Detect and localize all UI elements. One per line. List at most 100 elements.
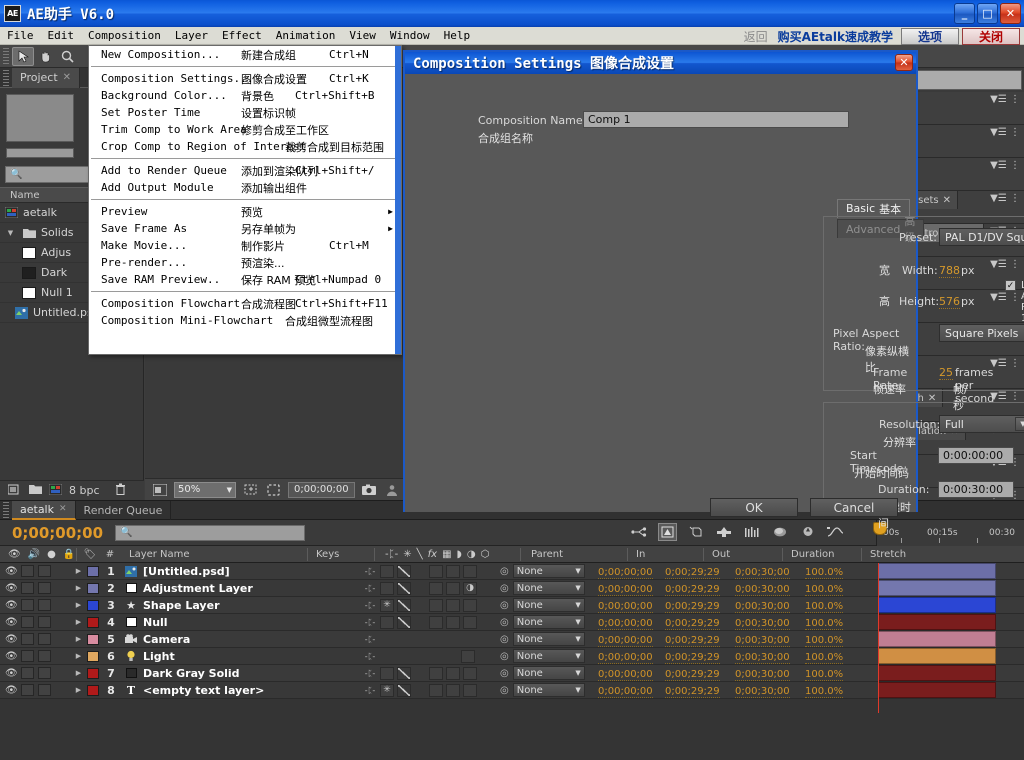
- disclosure-triangle-icon[interactable]: ▶: [72, 635, 85, 643]
- layer-duration-bar[interactable]: [878, 614, 996, 630]
- ok-button[interactable]: OK: [710, 498, 798, 517]
- layer-duration-bar[interactable]: [878, 665, 996, 681]
- panel-menu-icon[interactable]: ▼☰ ⋮: [990, 94, 1020, 105]
- panel-menu-icon[interactable]: ▼☰ ⋮: [990, 127, 1020, 138]
- out-cell[interactable]: 0;00;29;29: [661, 599, 731, 612]
- collapse-transform-toggle[interactable]: [380, 582, 394, 595]
- effects-toggle[interactable]: [429, 684, 443, 697]
- options-button[interactable]: 选项: [901, 28, 959, 45]
- hand-tool-icon[interactable]: [34, 47, 56, 66]
- effects-toggle[interactable]: [429, 582, 443, 595]
- video-eye-icon[interactable]: 👁: [5, 566, 17, 577]
- in-cell[interactable]: 0;00;00;00: [594, 565, 661, 578]
- frame-rate-value[interactable]: 25: [939, 366, 953, 380]
- start-timecode-input[interactable]: 0:00:00:00: [938, 447, 1014, 464]
- width-value[interactable]: 788: [939, 264, 960, 278]
- parent-select[interactable]: None▼: [513, 615, 585, 629]
- comp-name-input[interactable]: Comp 1: [583, 111, 849, 128]
- table-row[interactable]: 👁▶6Light-ᛈ-◎None▼0;00;00;000;00;29;290;0…: [0, 648, 1024, 665]
- menu-help[interactable]: Help: [437, 28, 478, 43]
- menu-item-save-ram-preview[interactable]: Save RAM Preview..保存 RAM 预览Ctrl+Numpad 0: [89, 271, 401, 288]
- tab-close-icon[interactable]: ✕: [943, 195, 951, 206]
- stretch-cell[interactable]: 100.0%: [801, 616, 875, 629]
- effects-toggle[interactable]: [429, 599, 443, 612]
- frame-blend-toggle[interactable]: [446, 599, 460, 612]
- menu-item-pre-render[interactable]: Pre-render...预渲染...: [89, 254, 401, 271]
- table-row[interactable]: 👁▶3★Shape Layer-ᛈ-✳◎None▼0;00;00;000;00;…: [0, 597, 1024, 614]
- new-folder-icon[interactable]: [29, 484, 42, 497]
- out-cell[interactable]: 0;00;29;29: [661, 684, 731, 697]
- viewer-timecode[interactable]: 0;00;00;00: [288, 482, 355, 498]
- resolution-select[interactable]: Full ▼: [939, 415, 1024, 433]
- shy-icon[interactable]: -ᛈ-: [363, 565, 377, 578]
- in-cell[interactable]: 0;00;00;00: [594, 599, 661, 612]
- current-time-display[interactable]: 0;00;00;00: [0, 524, 103, 542]
- video-eye-icon[interactable]: 👁: [5, 685, 17, 696]
- menu-item-composition-mini-flowchart[interactable]: Composition Mini-Flowchart合成组微型流程图: [89, 312, 401, 329]
- audio-toggle[interactable]: [21, 650, 34, 662]
- label-color-swatch[interactable]: [85, 583, 101, 594]
- lock-aspect-ratio-checkbox[interactable]: ✓: [1005, 280, 1016, 291]
- table-row[interactable]: 👁▶1[Untitled.psd]-ᛈ-◎None▼0;00;00;000;00…: [0, 563, 1024, 580]
- bit-depth-label[interactable]: 8 bpc: [69, 484, 100, 497]
- video-eye-icon[interactable]: 👁: [5, 668, 17, 679]
- in-cell[interactable]: 0;00;00;00: [594, 684, 661, 697]
- collapse-transform-toggle[interactable]: [380, 565, 394, 578]
- stretch-cell[interactable]: 100.0%: [801, 650, 875, 663]
- header-stretch[interactable]: Stretch: [866, 549, 940, 560]
- parent-select[interactable]: None▼: [513, 598, 585, 612]
- back-link[interactable]: 返回: [744, 28, 768, 45]
- parent-pickwhip-icon[interactable]: ◎: [500, 651, 509, 662]
- shy-icon[interactable]: -ᛈ-: [363, 667, 377, 680]
- audio-toggle[interactable]: [21, 684, 34, 696]
- stretch-cell[interactable]: 100.0%: [801, 667, 875, 680]
- solo-toggle[interactable]: [38, 582, 51, 594]
- audio-toggle[interactable]: [21, 667, 34, 679]
- tab-basic[interactable]: Basic 基本: [837, 199, 910, 218]
- shy-icon[interactable]: -ᛈ-: [363, 684, 377, 697]
- menu-edit[interactable]: Edit: [41, 28, 82, 43]
- resolution-icon[interactable]: [242, 482, 259, 498]
- menu-item-background-color[interactable]: Background Color...背景色Ctrl+Shift+B: [89, 87, 401, 104]
- menu-item-add-output-module[interactable]: Add Output Module添加输出组件: [89, 179, 401, 196]
- solo-toggle[interactable]: [38, 667, 51, 679]
- menu-item-set-poster-time[interactable]: Set Poster Time设置标识帧: [89, 104, 401, 121]
- effects-toggle[interactable]: [429, 616, 443, 629]
- header-out[interactable]: Out: [708, 549, 778, 560]
- out-cell[interactable]: 0;00;29;29: [661, 667, 731, 680]
- brainstorm-icon[interactable]: [770, 523, 789, 541]
- chevron-down-icon[interactable]: ▼: [1015, 417, 1024, 431]
- composition-mini-flowchart-icon[interactable]: [630, 523, 649, 541]
- menu-item-composition-flowchart[interactable]: Composition Flowchart合成流程图Ctrl+Shift+F11: [89, 295, 401, 312]
- layer-duration-bar[interactable]: [878, 682, 996, 698]
- audio-toggle[interactable]: [21, 616, 34, 628]
- panel-grip[interactable]: [3, 48, 9, 64]
- timeline-search-input[interactable]: 🔍: [115, 525, 305, 541]
- zoom-tool-icon[interactable]: [56, 47, 78, 66]
- shy-icon[interactable]: -ᛈ-: [363, 582, 377, 595]
- layer-duration-bar[interactable]: [878, 580, 996, 596]
- audio-toggle[interactable]: [21, 582, 34, 594]
- solo-toggle[interactable]: [38, 616, 51, 628]
- menu-animation[interactable]: Animation: [269, 28, 343, 43]
- delete-icon[interactable]: [115, 483, 126, 498]
- out-cell[interactable]: 0;00;29;29: [661, 650, 731, 663]
- menu-file[interactable]: File: [0, 28, 41, 43]
- out-cell[interactable]: 0;00;29;29: [661, 582, 731, 595]
- motion-blur-toggle[interactable]: [463, 667, 477, 680]
- parent-select[interactable]: None▼: [513, 666, 585, 680]
- menu-view[interactable]: View: [342, 28, 383, 43]
- menu-scrollbar[interactable]: [395, 46, 401, 354]
- minimize-button[interactable]: _: [954, 3, 975, 24]
- table-row[interactable]: 👁▶4Null-ᛈ-◎None▼0;00;00;000;00;29;290;00…: [0, 614, 1024, 631]
- table-row[interactable]: 👁▶2Adjustment Layer-ᛈ-◑◎None▼0;00;00;000…: [0, 580, 1024, 597]
- disclosure-triangle-icon[interactable]: ▶: [72, 567, 85, 575]
- quality-toggle[interactable]: [397, 582, 411, 595]
- audio-toggle[interactable]: [21, 633, 34, 645]
- solo-toggle[interactable]: [38, 633, 51, 645]
- enable-motion-blur-icon[interactable]: [742, 523, 761, 541]
- graph-curve-icon[interactable]: [826, 523, 845, 541]
- layer-name-cell[interactable]: T<empty text layer>: [121, 684, 301, 697]
- rail-panel-1[interactable]: ▼☰ ⋮: [906, 125, 1024, 158]
- region-of-interest-icon[interactable]: [265, 482, 282, 498]
